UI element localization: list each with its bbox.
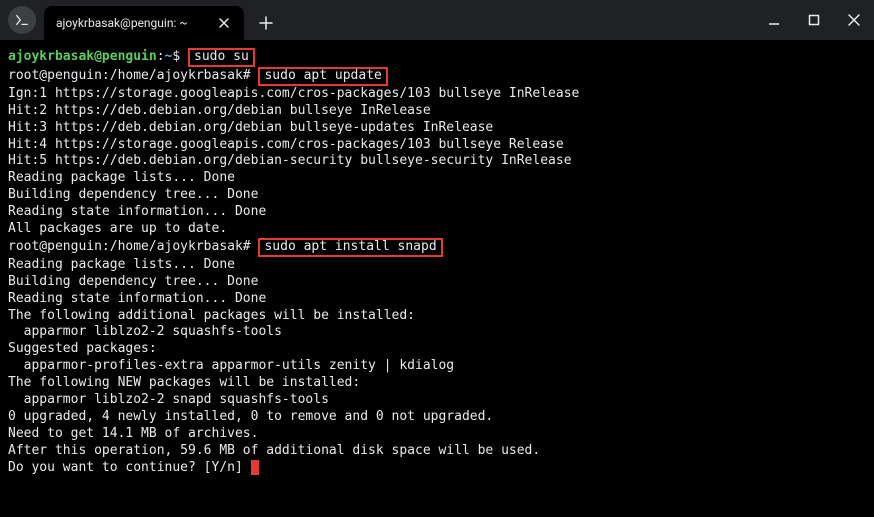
highlight-cmd-3: sudo apt install snapd	[258, 238, 442, 257]
root-prompt: root@penguin:/home/ajoykrbasak#	[8, 68, 251, 83]
tab[interactable]: ajoykrbasak@penguin: ~	[44, 6, 244, 40]
output-line: Hit:5 https://deb.debian.org/debian-secu…	[8, 153, 866, 170]
window-controls	[762, 0, 866, 40]
terminal-icon	[8, 6, 36, 34]
output-line: 0 upgraded, 4 newly installed, 0 to remo…	[8, 409, 866, 426]
output-line: Hit:2 https://deb.debian.org/debian bull…	[8, 103, 866, 120]
output-line: Do you want to continue? [Y/n]	[8, 460, 866, 477]
output-line: After this operation, 59.6 MB of additio…	[8, 443, 866, 460]
minimize-button[interactable]	[762, 8, 786, 32]
output-line: Hit:3 https://deb.debian.org/debian bull…	[8, 120, 866, 137]
output-line: Suggested packages:	[8, 341, 866, 358]
output-line: Reading package lists... Done	[8, 257, 866, 274]
titlebar: ajoykrbasak@penguin: ~	[0, 0, 874, 40]
highlight-cmd-1: sudo su	[188, 48, 255, 67]
cursor	[251, 460, 259, 475]
output-line: Need to get 14.1 MB of archives.	[8, 426, 866, 443]
root-prompt: root@penguin:/home/ajoykrbasak#	[8, 239, 251, 254]
output-line: Building dependency tree... Done	[8, 274, 866, 291]
output-line: The following additional packages will b…	[8, 308, 866, 325]
output-line: apparmor liblzo2-2 squashfs-tools	[8, 324, 866, 341]
output-line: Building dependency tree... Done	[8, 187, 866, 204]
close-tab-button[interactable]	[216, 15, 232, 31]
output-line: Ign:1 https://storage.googleapis.com/cro…	[8, 86, 866, 103]
close-button[interactable]	[842, 8, 866, 32]
output-line: Hit:4 https://storage.googleapis.com/cro…	[8, 137, 866, 154]
highlight-cmd-2: sudo apt update	[258, 67, 387, 86]
maximize-button[interactable]	[802, 8, 826, 32]
output-line: The following NEW packages will be insta…	[8, 375, 866, 392]
output-line: Reading state information... Done	[8, 291, 866, 308]
tab-title: ajoykrbasak@penguin: ~	[56, 16, 216, 30]
output-line: Reading package lists... Done	[8, 170, 866, 187]
output-line: Reading state information... Done	[8, 204, 866, 221]
output-line: All packages are up to date.	[8, 221, 866, 238]
new-tab-button[interactable]	[252, 9, 280, 37]
output-line: apparmor-profiles-extra apparmor-utils z…	[8, 358, 866, 375]
user-host: ajoykrbasak@penguin	[8, 49, 157, 64]
output-line: apparmor liblzo2-2 snapd squashfs-tools	[8, 392, 866, 409]
terminal-content[interactable]: ajoykrbasak@penguin:~$ sudo suroot@pengu…	[0, 40, 874, 484]
